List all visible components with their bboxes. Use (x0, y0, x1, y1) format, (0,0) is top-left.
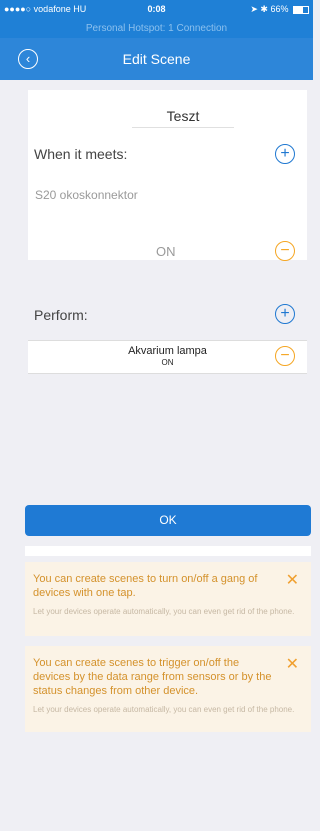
condition-state: ON (156, 244, 176, 259)
add-action-icon[interactable]: + (275, 304, 295, 324)
close-icon[interactable]: ✕ (286, 570, 299, 590)
action-row[interactable]: Akvarium lampa ON − (28, 340, 307, 374)
close-icon[interactable]: ✕ (286, 654, 299, 674)
battery-icon (293, 5, 309, 14)
perform-heading: Perform: (34, 307, 88, 323)
tip-main-text: You can create scenes to turn on/off a g… (33, 573, 258, 599)
tip-sub-text: Let your devices operate automatically, … (33, 705, 295, 714)
status-bar: ●●●●○ vodafone HU 0:08 ➤ ✱ 66% (0, 0, 313, 20)
remove-condition-icon[interactable]: − (275, 241, 295, 261)
add-condition-icon[interactable]: + (275, 144, 295, 164)
tip-card: You can create scenes to turn on/off a g… (25, 562, 311, 636)
condition-heading: When it meets: (34, 146, 128, 162)
hotspot-banner[interactable]: Personal Hotspot: 1 Connection (0, 20, 313, 38)
remove-action-icon[interactable]: − (275, 346, 295, 366)
tip-sub-text: Let your devices operate automatically, … (33, 607, 295, 616)
ok-button[interactable]: OK (25, 505, 311, 536)
tip-card: You can create scenes to trigger on/off … (25, 646, 311, 732)
location-icon: ➤ ✱ (250, 4, 271, 14)
nav-bar: ‹ Edit Scene (0, 38, 313, 80)
scene-name-field[interactable]: Teszt (132, 108, 234, 128)
condition-device-name: S20 okoskonnektor (35, 188, 138, 202)
action-state: ON (161, 358, 174, 367)
status-right: ➤ ✱ 66% (250, 4, 309, 15)
battery-percent: 66% (270, 4, 289, 14)
tip-main-text: You can create scenes to trigger on/off … (33, 657, 272, 697)
divider (25, 546, 311, 556)
scene-card: Teszt When it meets: + (28, 90, 307, 260)
action-device-name: Akvarium lampa (128, 345, 207, 357)
page-title: Edit Scene (122, 51, 191, 67)
bottom-area (0, 745, 313, 831)
